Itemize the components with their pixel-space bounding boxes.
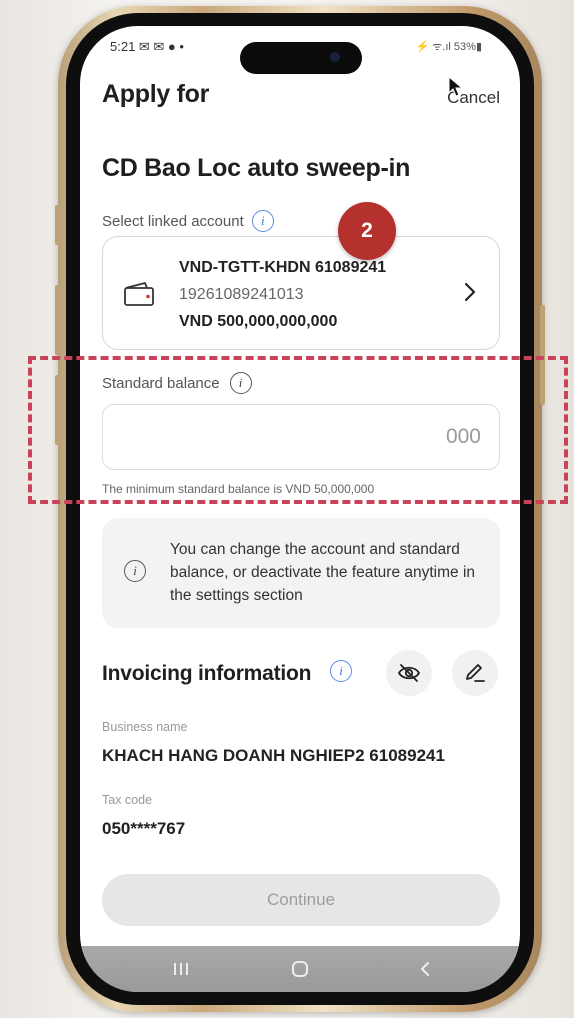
linked-account-label: Select linked account [102,212,244,230]
continue-button[interactable]: Continue [102,874,500,926]
info-icon[interactable]: i [330,660,352,682]
account-balance: VND 500,000,000,000 [179,313,338,330]
tax-code-label: Tax code [102,793,153,807]
notice-box: i You can change the account and standar… [102,518,500,628]
phone-side-button [55,285,60,355]
info-icon: i [124,560,146,582]
phone-screen: 5:21 ✉ ✉ ● • ⚡ ᯤ.ıl 53%▮ Apply for Cance… [80,26,520,992]
linked-account-card[interactable]: VND-TGTT-KHDN 61089241 19261089241013 VN… [102,236,500,350]
tax-code-value: 050****767 [102,819,186,838]
back-icon [421,962,429,976]
wallet-icon [124,282,154,306]
android-nav-bar [80,946,520,992]
linked-account-label-row: Select linked account i [102,210,274,232]
home-icon [292,961,308,977]
recent-apps-icon [174,963,188,975]
account-name: VND-TGTT-KHDN 61089241 [179,259,387,276]
eye-off-icon [397,664,421,682]
business-name-label: Business name [102,720,188,734]
phone-side-button [55,205,60,245]
back-button[interactable] [410,956,440,982]
business-name-value: KHACH HANG DOANH NGHIEP2 61089241 [102,746,445,765]
info-icon[interactable]: i [251,210,274,232]
camera-lens [330,52,340,62]
account-number: 19261089241013 [179,286,304,303]
chevron-right-icon [464,282,476,302]
notice-text: You can change the account and standard … [170,541,476,604]
page-title: Apply for [102,80,210,108]
product-title: CD Bao Loc auto sweep-in [102,154,411,182]
invoicing-title: Invoicing information [102,662,312,685]
hide-info-button[interactable] [386,650,432,696]
recent-apps-button[interactable] [166,956,196,982]
mouse-cursor-icon [448,76,464,97]
step-badge: 2 [338,202,396,260]
status-icons: ⚡ ᯤ.ıl 53%▮ [415,41,482,53]
edit-invoice-button[interactable] [452,650,498,696]
home-button[interactable] [285,956,315,982]
highlight-annotation [28,356,568,504]
status-time: 5:21 ✉ ✉ ● • [110,39,184,54]
pencil-icon [466,664,485,682]
camera-notch [240,42,362,74]
